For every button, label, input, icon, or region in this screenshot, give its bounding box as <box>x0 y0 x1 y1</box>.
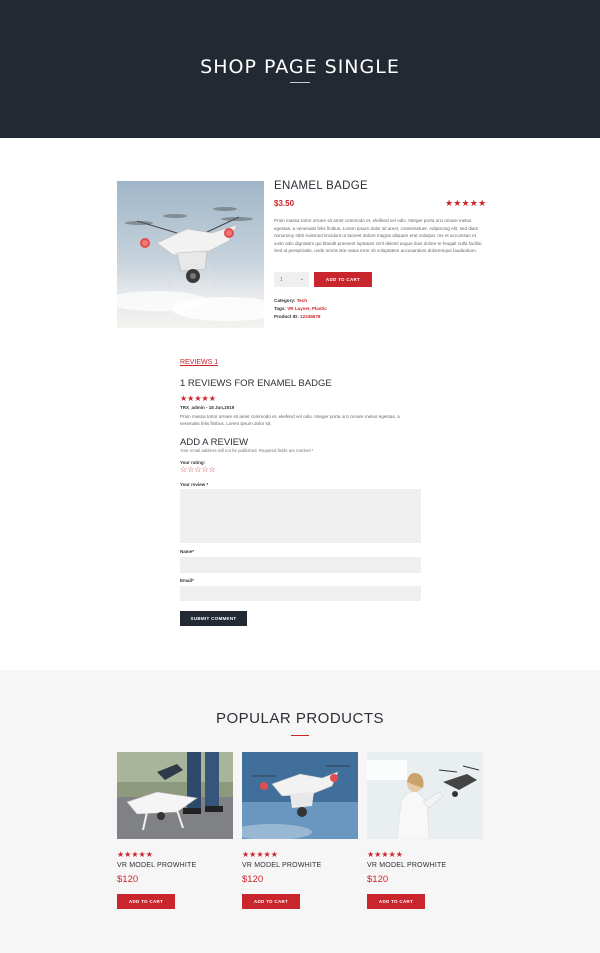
product-id-label: Product ID: <box>274 314 301 319</box>
product-description: Proin massa tortor ornare sit amet commo… <box>274 218 483 254</box>
card-rating-stars: ★★★★★ <box>242 850 278 859</box>
product-category: Category: Tech <box>274 298 307 303</box>
page-title: SHOP PAGE SINGLE <box>200 56 400 78</box>
product-image[interactable] <box>117 181 264 328</box>
tags-link[interactable]: VR Layser, Plastic <box>287 306 327 311</box>
quantity-value: 1 <box>280 277 283 283</box>
name-input[interactable] <box>180 557 421 573</box>
quantity-select[interactable]: 1 ⌄ <box>274 272 309 287</box>
tab-reviews[interactable]: REVIEWS 1 <box>180 359 218 366</box>
reviews-heading: 1 REVIEWS FOR ENAMEL BADGE <box>180 378 332 389</box>
product-tags: Tags: VR Layser, Plastic <box>274 306 327 311</box>
submit-comment-button[interactable]: SUBMIT COMMENT <box>180 611 247 626</box>
rating-star-picker[interactable]: ☆☆☆☆☆ <box>180 465 216 474</box>
card-rating-stars: ★★★★★ <box>367 850 403 859</box>
email-input[interactable] <box>180 586 421 601</box>
section-divider <box>291 735 309 736</box>
card-product-name[interactable]: VR MODEL PROWHITE <box>367 862 446 869</box>
review-label: Your review * <box>180 482 209 487</box>
card-add-to-cart-button[interactable]: ADD TO CART <box>367 894 425 909</box>
product-id: Product ID: 12345678 <box>274 314 320 319</box>
drone-sky-image <box>242 752 358 839</box>
review-author: TRX_admin - 18 Jun,2019 <box>180 405 235 410</box>
product-title: ENAMEL BADGE <box>274 180 368 192</box>
tags-label: Tags: <box>274 306 288 311</box>
card-add-to-cart-button[interactable]: ADD TO CART <box>242 894 300 909</box>
drone-ground-image <box>117 752 233 839</box>
product-id-value: 12345678 <box>300 314 321 319</box>
product-card-image[interactable] <box>367 752 483 839</box>
review-rating-stars: ★★★★★ <box>180 394 216 403</box>
card-product-name[interactable]: VR MODEL PROWHITE <box>242 862 321 869</box>
product-rating-stars: ★★★★★ <box>445 198 487 208</box>
email-label: Email* <box>180 578 194 583</box>
review-text: Proin massa tortor ornare sit amet commo… <box>180 414 400 426</box>
category-link[interactable]: Tech <box>297 298 307 303</box>
product-price: $3.50 <box>274 199 295 208</box>
popular-products-title: POPULAR PRODUCTS <box>215 710 385 727</box>
add-to-cart-button[interactable]: ADD TO CART <box>314 272 372 287</box>
product-card-image[interactable] <box>117 752 233 839</box>
drone-image <box>117 207 264 321</box>
add-review-heading: ADD A REVIEW <box>180 437 249 448</box>
card-rating-stars: ★★★★★ <box>117 850 153 859</box>
review-textarea[interactable] <box>180 489 421 543</box>
card-product-price: $120 <box>117 874 139 885</box>
woman-drone-image <box>367 752 483 839</box>
name-label: Name* <box>180 549 195 554</box>
card-add-to-cart-button[interactable]: ADD TO CART <box>117 894 175 909</box>
required-fields-note: Your email address will not be published… <box>180 448 314 453</box>
chevron-down-icon: ⌄ <box>299 276 304 282</box>
card-product-price: $120 <box>367 874 389 885</box>
card-product-name[interactable]: VR MODEL PROWHITE <box>117 862 196 869</box>
category-label: Category: <box>274 298 297 303</box>
title-divider <box>290 82 310 83</box>
product-card-image[interactable] <box>242 752 358 839</box>
card-product-price: $120 <box>242 874 264 885</box>
